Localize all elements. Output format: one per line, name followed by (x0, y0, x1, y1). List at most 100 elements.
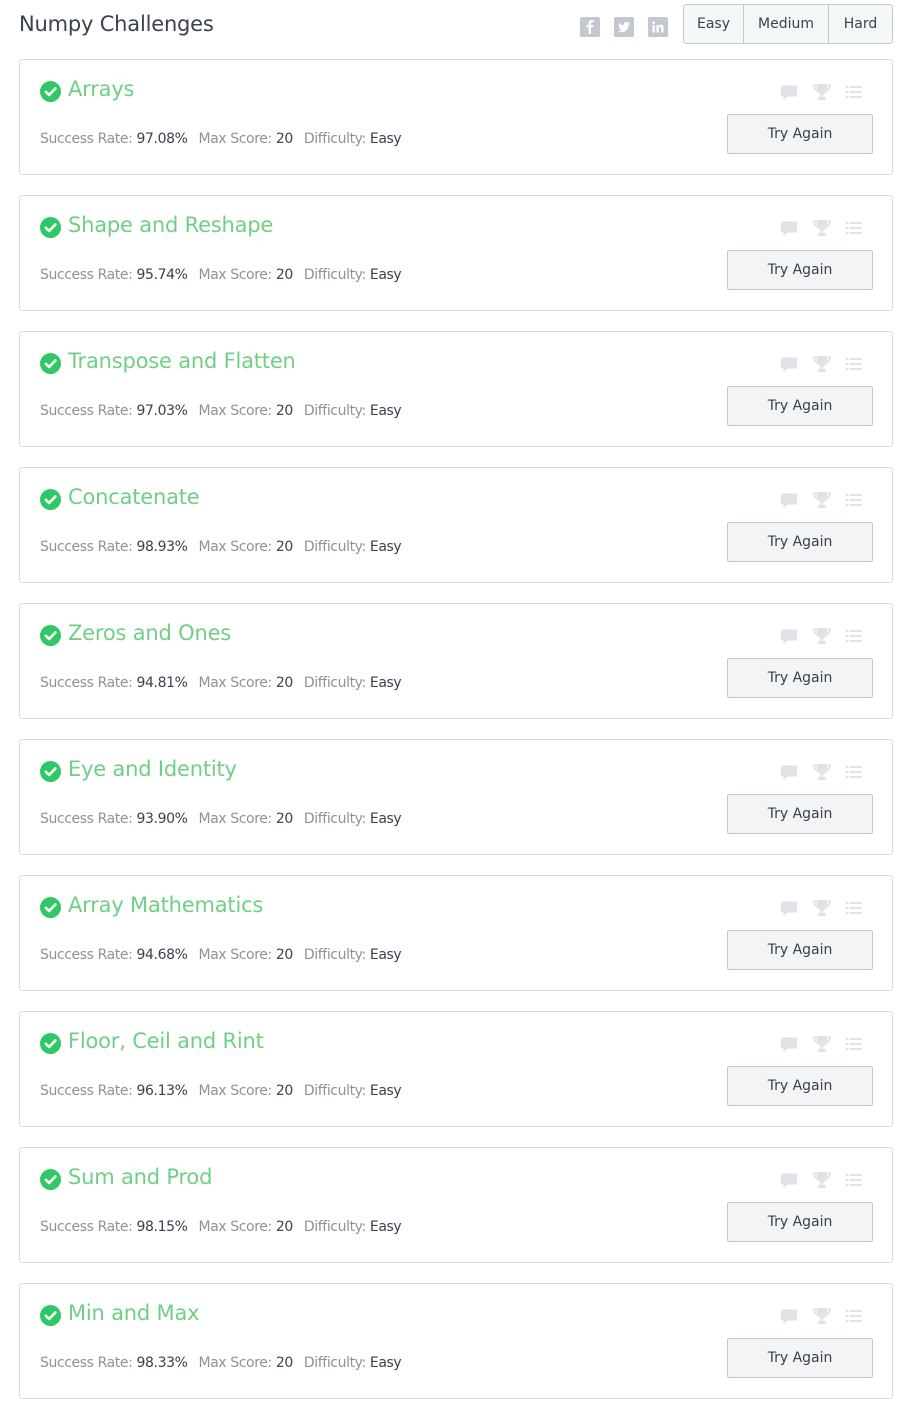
leaderboard-trophy-icon[interactable] (812, 1170, 832, 1194)
submissions-list-icon[interactable] (845, 1307, 863, 1329)
difficulty-filter-group: Easy Medium Hard (683, 4, 893, 44)
success-rate-label: Success Rate: (40, 675, 133, 691)
twitter-icon[interactable] (614, 17, 634, 37)
try-again-button[interactable]: Try Again (727, 522, 873, 562)
try-again-button[interactable]: Try Again (727, 386, 873, 426)
success-rate-label: Success Rate: (40, 1219, 133, 1235)
try-again-button[interactable]: Try Again (727, 250, 873, 290)
discussion-icon[interactable] (780, 628, 798, 650)
discussion-icon[interactable] (780, 1172, 798, 1194)
difficulty-value: Easy (369, 1219, 402, 1235)
challenge-card: Min and Max Success Rate: 98.33% Max Score… (19, 1283, 893, 1399)
challenge-meta: Success Rate: 96.13% Max Score: 20 Difficu… (40, 1083, 402, 1099)
try-again-button[interactable]: Try Again (727, 1202, 873, 1242)
try-again-button[interactable]: Try Again (727, 794, 873, 834)
leaderboard-trophy-icon[interactable] (812, 762, 832, 786)
leaderboard-trophy-icon[interactable] (812, 490, 832, 514)
leaderboard-trophy-icon[interactable] (812, 1306, 832, 1330)
leaderboard-trophy-icon[interactable] (812, 626, 832, 650)
challenge-actions (778, 82, 874, 102)
page-title: Numpy Challenges (19, 12, 214, 36)
challenge-card: Array Mathematics Success Rate: 94.68% Max… (19, 875, 893, 991)
discussion-icon[interactable] (780, 84, 798, 106)
solved-check-icon (40, 625, 61, 646)
challenge-title[interactable]: Concatenate (68, 485, 200, 509)
success-rate-value: 97.08% (136, 131, 188, 147)
challenge-meta: Success Rate: 98.93% Max Score: 20 Difficu… (40, 539, 402, 555)
filter-medium-button[interactable]: Medium (744, 5, 829, 43)
success-rate-label: Success Rate: (40, 1355, 133, 1371)
try-again-button[interactable]: Try Again (727, 1338, 873, 1378)
solved-check-icon (40, 217, 61, 238)
max-score-label: Max Score: (198, 1355, 272, 1371)
max-score-label: Max Score: (198, 131, 272, 147)
submissions-list-icon[interactable] (845, 627, 863, 649)
success-rate-label: Success Rate: (40, 1083, 133, 1099)
challenge-title[interactable]: Min and Max (68, 1301, 200, 1325)
try-again-button[interactable]: Try Again (727, 114, 873, 154)
difficulty-label: Difficulty: (303, 675, 366, 691)
success-rate-label: Success Rate: (40, 403, 133, 419)
submissions-list-icon[interactable] (845, 491, 863, 513)
challenge-title[interactable]: Sum and Prod (68, 1165, 212, 1189)
challenge-meta: Success Rate: 98.33% Max Score: 20 Difficu… (40, 1355, 402, 1371)
success-rate-label: Success Rate: (40, 267, 133, 283)
leaderboard-trophy-icon[interactable] (812, 1034, 832, 1058)
submissions-list-icon[interactable] (845, 899, 863, 921)
discussion-icon[interactable] (780, 764, 798, 786)
solved-check-icon (40, 761, 61, 782)
difficulty-value: Easy (369, 1355, 402, 1371)
challenge-title[interactable]: Shape and Reshape (68, 213, 273, 237)
challenge-actions (778, 626, 874, 646)
leaderboard-trophy-icon[interactable] (812, 898, 832, 922)
challenge-actions (778, 218, 874, 238)
discussion-icon[interactable] (780, 1308, 798, 1330)
page-header: Numpy Challenges Easy Medium Hard (0, 0, 921, 56)
challenge-card: Shape and Reshape Success Rate: 95.74% Max… (19, 195, 893, 311)
challenge-actions (778, 1170, 874, 1190)
challenge-actions (778, 762, 874, 782)
challenge-meta: Success Rate: 97.03% Max Score: 20 Difficu… (40, 403, 402, 419)
leaderboard-trophy-icon[interactable] (812, 82, 832, 106)
submissions-list-icon[interactable] (845, 1171, 863, 1193)
facebook-icon[interactable] (580, 17, 600, 37)
submissions-list-icon[interactable] (845, 355, 863, 377)
challenge-card: Arrays Success Rate: 97.08% Max Score: 20 D… (19, 59, 893, 175)
success-rate-value: 94.68% (136, 947, 188, 963)
leaderboard-trophy-icon[interactable] (812, 218, 832, 242)
challenge-title[interactable]: Array Mathematics (68, 893, 263, 917)
success-rate-value: 95.74% (136, 267, 188, 283)
success-rate-value: 94.81% (136, 675, 188, 691)
success-rate-value: 97.03% (136, 403, 188, 419)
try-again-button[interactable]: Try Again (727, 930, 873, 970)
success-rate-label: Success Rate: (40, 539, 133, 555)
solved-check-icon (40, 353, 61, 374)
try-again-button[interactable]: Try Again (727, 1066, 873, 1106)
challenge-title[interactable]: Arrays (68, 77, 135, 101)
challenge-title[interactable]: Floor, Ceil and Rint (68, 1029, 264, 1053)
difficulty-value: Easy (369, 811, 402, 827)
submissions-list-icon[interactable] (845, 83, 863, 105)
discussion-icon[interactable] (780, 356, 798, 378)
max-score-label: Max Score: (198, 267, 272, 283)
solved-check-icon (40, 1033, 61, 1054)
discussion-icon[interactable] (780, 492, 798, 514)
discussion-icon[interactable] (780, 220, 798, 242)
discussion-icon[interactable] (780, 1036, 798, 1058)
filter-easy-button[interactable]: Easy (684, 5, 744, 43)
difficulty-value: Easy (369, 1083, 402, 1099)
challenge-title[interactable]: Transpose and Flatten (68, 349, 296, 373)
leaderboard-trophy-icon[interactable] (812, 354, 832, 378)
submissions-list-icon[interactable] (845, 1035, 863, 1057)
challenge-title[interactable]: Eye and Identity (68, 757, 237, 781)
difficulty-value: Easy (369, 403, 402, 419)
linkedin-icon[interactable] (648, 17, 668, 37)
submissions-list-icon[interactable] (845, 219, 863, 241)
success-rate-label: Success Rate: (40, 131, 133, 147)
discussion-icon[interactable] (780, 900, 798, 922)
submissions-list-icon[interactable] (845, 763, 863, 785)
try-again-button[interactable]: Try Again (727, 658, 873, 698)
challenge-title[interactable]: Zeros and Ones (68, 621, 231, 645)
success-rate-value: 98.93% (136, 539, 188, 555)
filter-hard-button[interactable]: Hard (829, 5, 892, 43)
